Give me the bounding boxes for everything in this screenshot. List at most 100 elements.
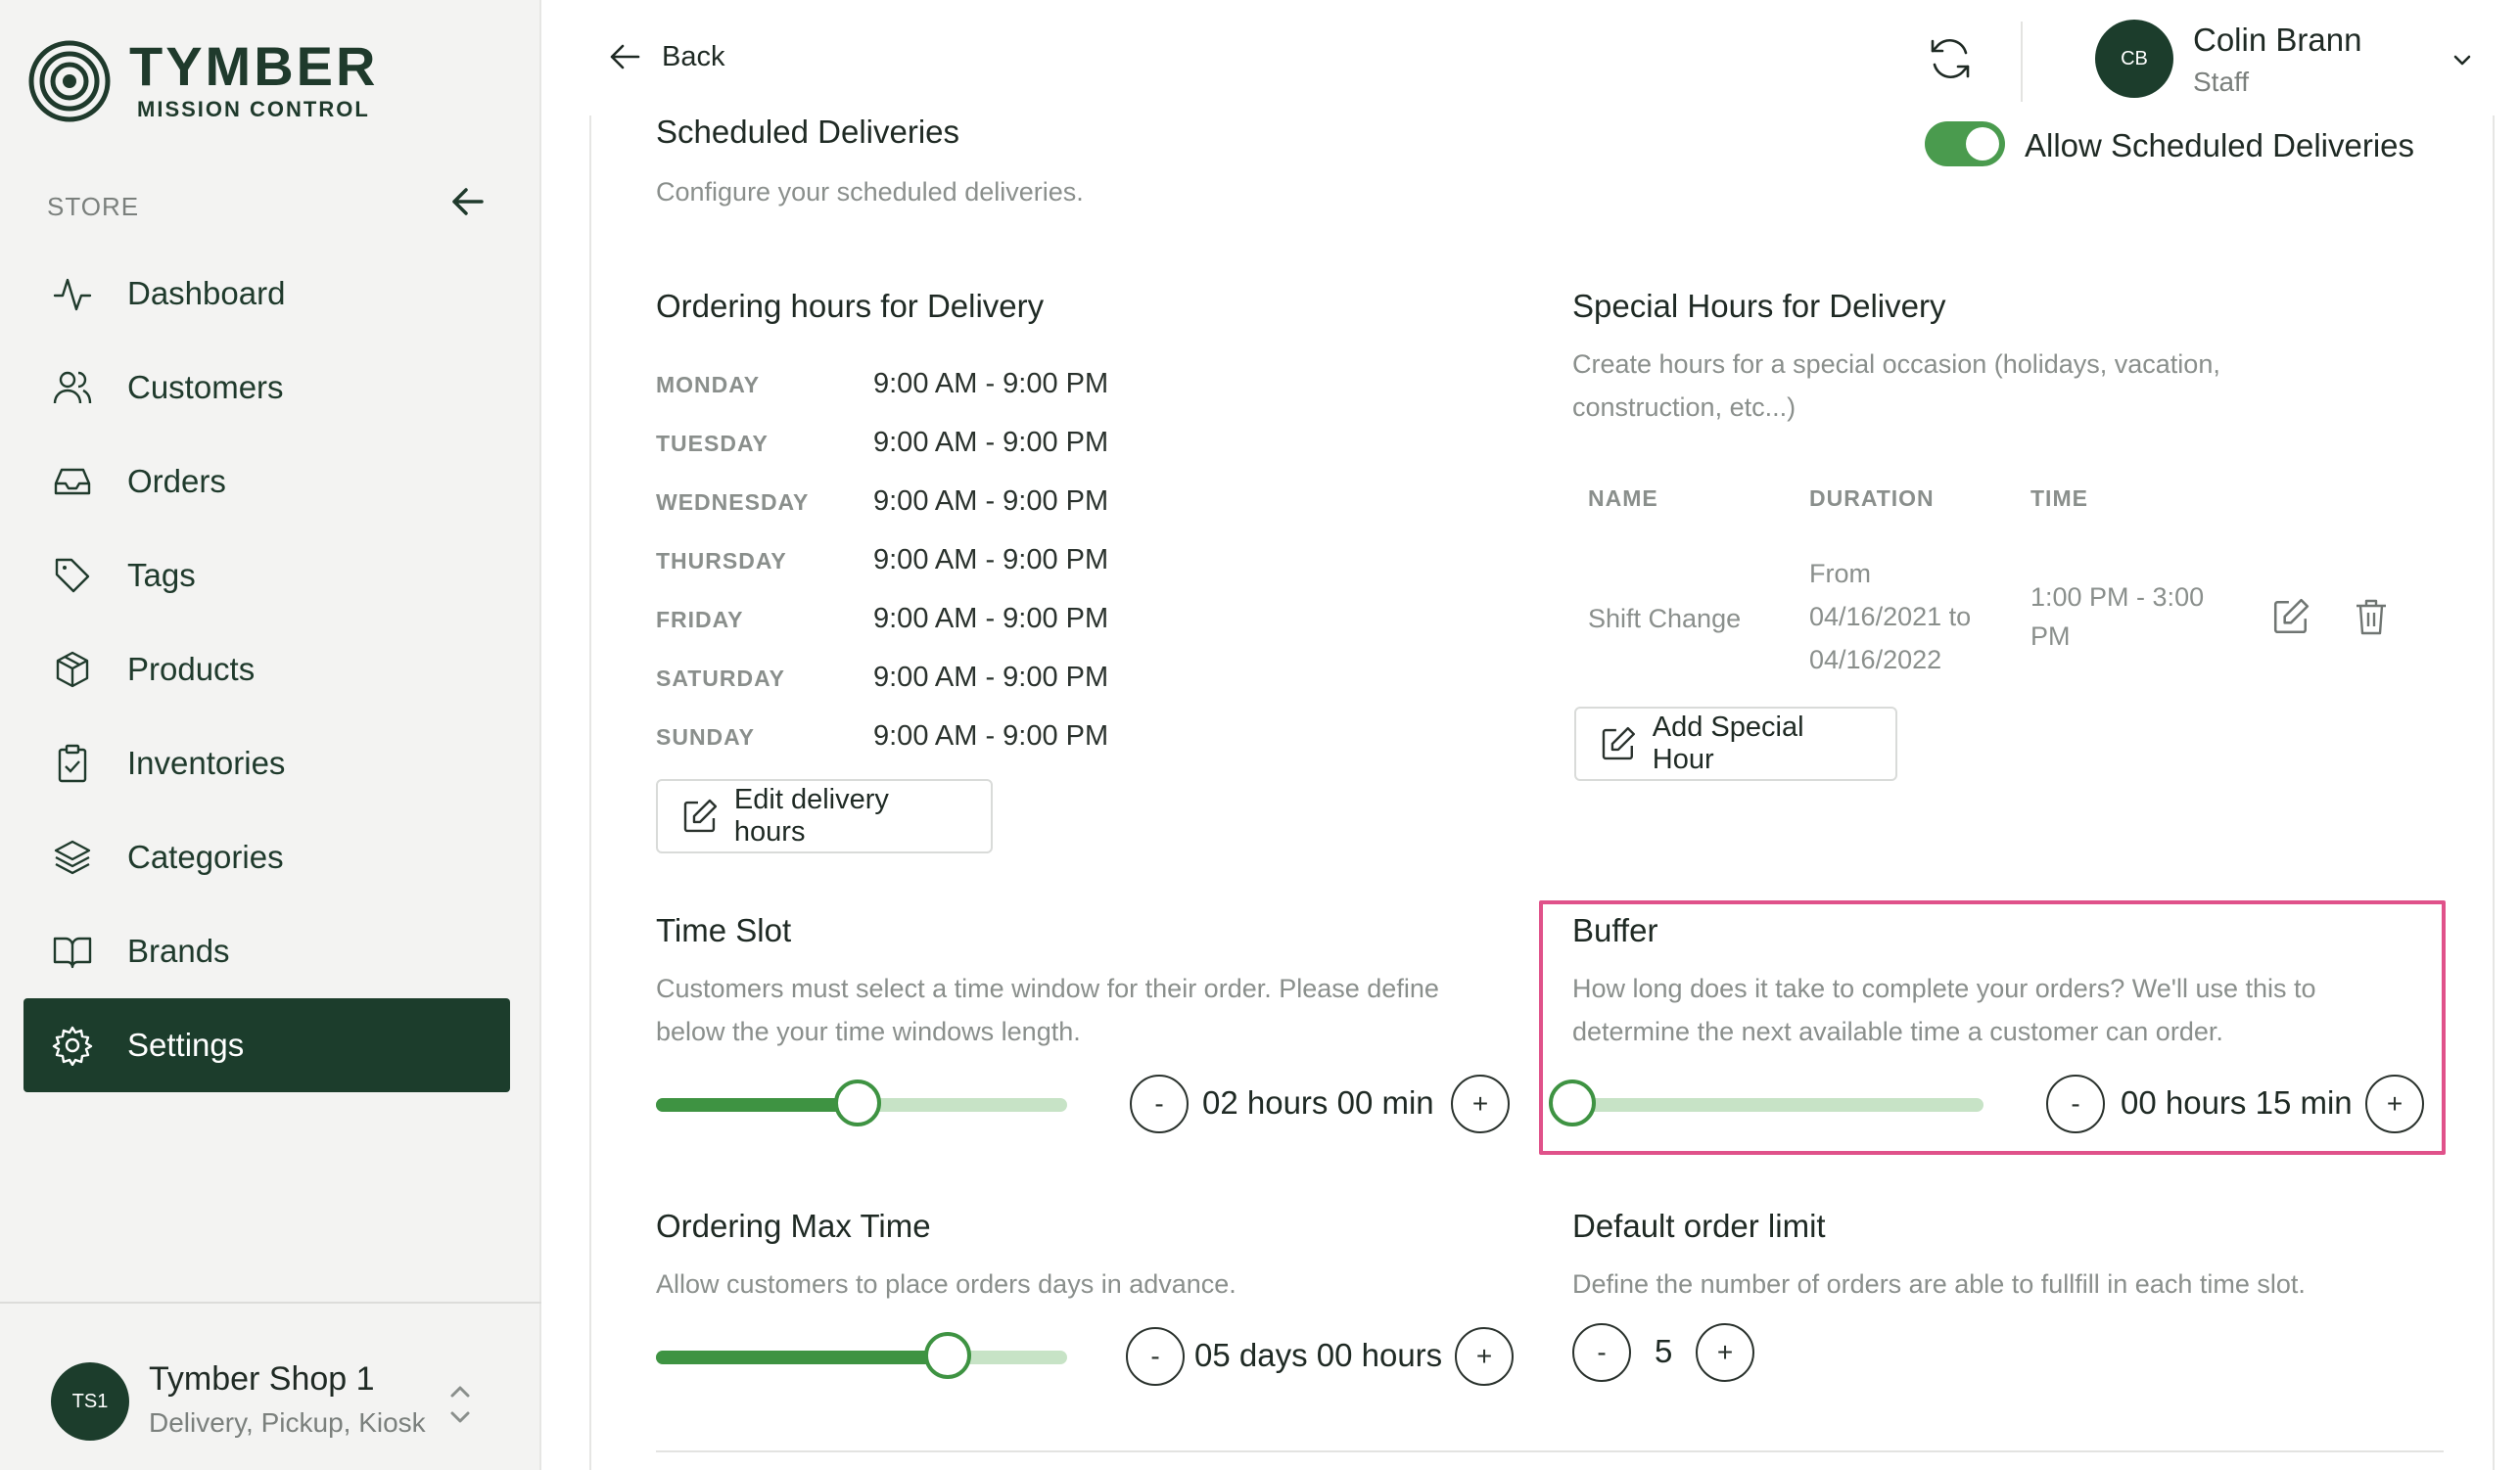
edit-icon [2273,598,2310,634]
ordering-hours-title: Ordering hours for Delivery [656,288,1045,324]
back-label: Back [662,40,725,72]
scheduled-deliveries-description: Configure your scheduled deliveries. [656,177,1084,207]
special-hour-time-line2: PM [2030,621,2071,651]
max-time-slider[interactable] [656,1332,1067,1379]
chevron-up-down-icon[interactable] [443,1378,478,1431]
sidebar: TYMBER MISSION CONTROL STORE Dashboard C… [0,0,541,1470]
day-label: THURSDAY [656,548,787,574]
collapse-sidebar-arrow-icon[interactable] [448,182,488,221]
slider-fill [656,1351,948,1364]
sidebar-item-orders[interactable]: Orders [23,435,510,528]
shop-modes: Delivery, Pickup, Kiosk [149,1407,426,1438]
buffer-value: 00 hours 15 min [2121,1084,2353,1121]
day-hours: 9:00 AM - 9:00 PM [873,368,1109,399]
sidebar-item-label: Brands [127,933,230,969]
refresh-icon[interactable] [1925,33,1976,84]
buffer-description-line1: How long does it take to complete your o… [1572,974,2316,1003]
day-hours: 9:00 AM - 9:00 PM [873,485,1109,517]
day-label: FRIDAY [656,607,744,632]
max-time-decrement-button[interactable]: - [1126,1327,1185,1386]
user-avatar[interactable]: CB [2095,20,2173,98]
activity-icon [51,272,94,315]
day-hours: 9:00 AM - 9:00 PM [873,662,1109,693]
day-hours: 9:00 AM - 9:00 PM [873,720,1109,752]
buffer-slider[interactable] [1549,1080,1983,1126]
sidebar-item-inventories[interactable]: Inventories [23,716,510,810]
order-limit-decrement-button[interactable]: - [1572,1323,1631,1382]
box-icon [51,648,94,691]
order-limit-description: Define the number of orders are able to … [1572,1269,2306,1299]
slider-thumb[interactable] [834,1080,881,1126]
special-hours-description-line2: construction, etc...) [1572,392,1797,422]
sidebar-item-customers[interactable]: Customers [23,341,510,435]
edit-special-hour-button[interactable] [2269,595,2312,638]
slider-thumb[interactable] [1549,1080,1596,1126]
time-slot-decrement-button[interactable]: - [1130,1075,1189,1133]
edit-icon [1602,726,1635,760]
day-label: SUNDAY [656,724,756,750]
delete-special-hour-button[interactable] [2350,595,2393,638]
user-role: Staff [2193,67,2250,97]
special-hour-time-line1: 1:00 PM - 3:00 [2030,582,2205,612]
sidebar-section-label: STORE [47,192,140,221]
shop-switcher[interactable]: TS1 Tymber Shop 1 Delivery, Pickup, Kios… [0,1302,541,1470]
max-time-value: 05 days 00 hours [1194,1337,1443,1373]
sidebar-item-label: Customers [127,369,284,405]
sidebar-nav: Dashboard Customers Orders Tags Products [23,247,510,1092]
brand-title: TYMBER [129,35,379,97]
sidebar-item-label: Tags [127,557,196,593]
slider-thumb[interactable] [924,1332,971,1379]
special-hour-name: Shift Change [1588,604,1742,633]
day-hours: 9:00 AM - 9:00 PM [873,427,1109,458]
edit-delivery-hours-button[interactable]: Edit delivery hours [656,779,993,853]
brand-logo[interactable]: TYMBER MISSION CONTROL [27,39,378,123]
buffer-increment-button[interactable]: + [2365,1075,2424,1133]
time-slot-value: 02 hours 00 min [1202,1084,1434,1121]
shop-avatar: TS1 [51,1362,129,1441]
special-hour-duration-line3: 04/16/2022 [1809,645,1942,674]
sidebar-item-brands[interactable]: Brands [23,904,510,998]
add-special-hour-button[interactable]: Add Special Hour [1574,707,1897,781]
buffer-decrement-button[interactable]: - [2046,1075,2105,1133]
users-icon [51,366,94,409]
add-special-hour-label: Add Special Hour [1652,712,1804,775]
day-label: TUESDAY [656,431,769,456]
back-button[interactable]: Back [607,39,724,74]
clipboard-icon [51,742,94,785]
shop-name: Tymber Shop 1 [149,1360,375,1398]
day-hours: 9:00 AM - 9:00 PM [873,544,1109,575]
user-name: Colin Brann [2193,22,2362,58]
sidebar-item-label: Inventories [127,745,286,781]
trash-icon [2357,599,2386,635]
sidebar-item-dashboard[interactable]: Dashboard [23,247,510,341]
time-slot-description-line2: below the your time windows length. [656,1017,1081,1046]
tag-icon [51,554,94,597]
layers-icon [51,836,94,879]
time-slot-slider[interactable] [656,1080,1067,1126]
allow-scheduled-deliveries-toggle[interactable] [1925,121,2005,166]
order-limit-title: Default order limit [1572,1208,1826,1244]
arrow-left-icon [610,44,640,69]
gear-icon [51,1024,94,1067]
edit-delivery-hours-label: Edit delivery hours [733,784,889,848]
day-label: SATURDAY [656,666,785,691]
sidebar-item-products[interactable]: Products [23,622,510,716]
sidebar-item-label: Categories [127,839,284,875]
column-header-duration: DURATION [1809,485,1935,511]
column-header-name: NAME [1588,485,1658,511]
max-time-increment-button[interactable]: + [1455,1327,1514,1386]
chevron-down-icon[interactable] [2448,45,2477,74]
buffer-title: Buffer [1572,912,1658,948]
book-icon [51,930,94,973]
special-hour-duration-line2: 04/16/2021 to [1809,602,1972,631]
sidebar-item-tags[interactable]: Tags [23,528,510,622]
day-label: MONDAY [656,372,761,397]
order-limit-increment-button[interactable]: + [1696,1323,1754,1382]
special-hours-description-line1: Create hours for a special occasion (hol… [1572,349,2220,379]
time-slot-description-line1: Customers must select a time window for … [656,974,1439,1003]
order-limit-value: 5 [1655,1333,1673,1369]
sidebar-item-categories[interactable]: Categories [23,810,510,904]
slider-fill [656,1098,858,1112]
time-slot-increment-button[interactable]: + [1451,1075,1510,1133]
sidebar-item-settings[interactable]: Settings [23,998,510,1092]
